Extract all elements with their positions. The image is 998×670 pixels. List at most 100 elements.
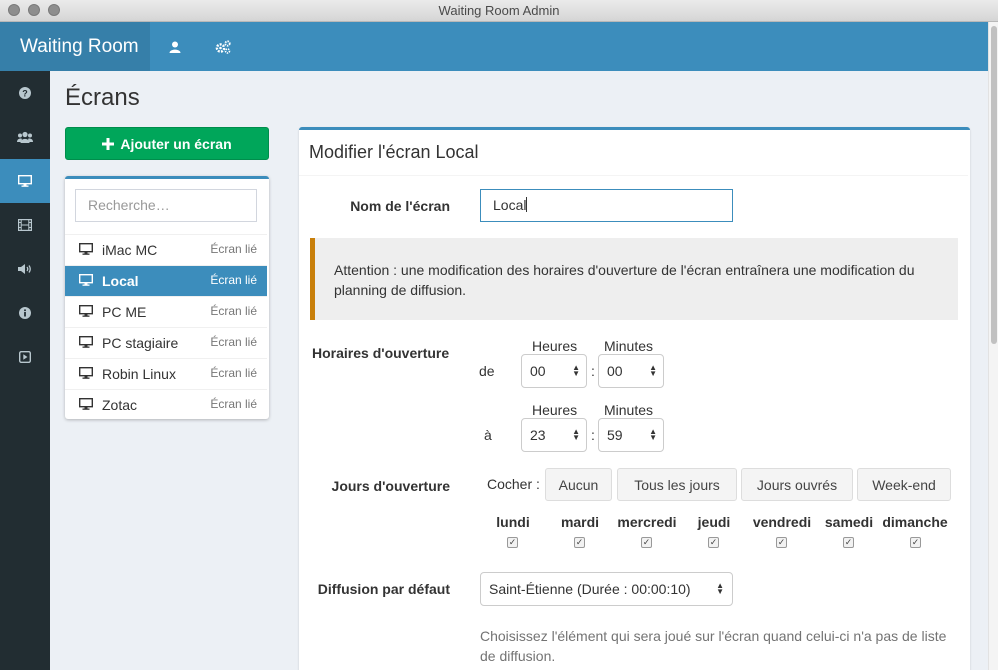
screen-item-zotac[interactable]: Zotac Écran lié [65, 389, 267, 420]
opening-hours-label: Horaires d'ouverture [312, 345, 450, 361]
screen-name: PC ME [102, 304, 147, 320]
add-screen-label: Ajouter un écran [120, 135, 232, 152]
screen-status: Écran lié [210, 273, 257, 287]
select-all-days-button[interactable]: Tous les jours [617, 468, 737, 501]
sidebar-item-sound[interactable] [0, 247, 50, 291]
screen-item-imac-mc[interactable]: iMac MC Écran lié [65, 234, 267, 265]
edit-screen-header: Modifier l'écran Local [299, 130, 968, 176]
default-playback-select[interactable]: Saint-Étienne (Durée : 00:00:10) ▲ ▼ [480, 572, 733, 606]
to-label: à [484, 427, 492, 443]
day-checkbox-mercredi[interactable]: ✓ [641, 537, 652, 548]
screen-status: Écran lié [210, 242, 257, 256]
screen-status: Écran lié [210, 366, 257, 380]
add-screen-button[interactable]: Ajouter un écran [65, 127, 269, 160]
sidebar-item-users[interactable] [0, 115, 50, 159]
sidebar-item-playlist[interactable] [0, 335, 50, 379]
day-checkbox-samedi[interactable]: ✓ [843, 537, 854, 548]
default-playback-value: Saint-Étienne (Durée : 00:00:10) [489, 581, 691, 597]
warning-message: Attention : une modification des horaire… [334, 262, 915, 298]
day-checkbox-mardi[interactable]: ✓ [574, 537, 585, 548]
to-minutes-header: Minutes [604, 402, 654, 418]
warning-callout: Attention : une modification des horaire… [310, 238, 958, 320]
select-workdays-button[interactable]: Jours ouvrés [741, 468, 853, 501]
from-hour-select[interactable]: 00 ▲ ▼ [521, 354, 587, 388]
select-weekend-button[interactable]: Week-end [857, 468, 951, 501]
day-checkbox-jeudi[interactable]: ✓ [708, 537, 719, 548]
desktop-icon [79, 398, 93, 410]
sidebar-item-help[interactable]: ? [0, 71, 50, 115]
sidebar-item-info[interactable] [0, 291, 50, 335]
screen-name: Local [102, 273, 139, 289]
time-separator: : [591, 427, 595, 443]
time-separator: : [591, 363, 595, 379]
search-input[interactable]: Recherche… [75, 189, 257, 222]
window-titlebar: Waiting Room Admin [0, 0, 998, 22]
spinner-arrows-icon: ▲ ▼ [649, 427, 657, 442]
play-icon [19, 351, 31, 363]
text-caret [526, 197, 528, 212]
day-label-mercredi: mercredi [617, 514, 677, 530]
from-minutes-header: Minutes [604, 338, 654, 354]
to-hour-select[interactable]: 23 ▲ ▼ [521, 418, 587, 452]
desktop-icon [79, 305, 93, 317]
desktop-icon [79, 336, 93, 348]
screen-item-local[interactable]: Local Écran lié [65, 265, 267, 296]
day-checkbox-dimanche[interactable]: ✓ [910, 537, 921, 548]
screen-status: Écran lié [210, 397, 257, 411]
volume-icon [18, 264, 31, 274]
from-hours-header: Heures [532, 338, 578, 354]
sidebar-item-screens[interactable] [0, 159, 50, 203]
to-hours-header: Heures [532, 402, 578, 418]
day-label-vendredi: vendredi [752, 514, 812, 530]
screen-name: Zotac [102, 397, 138, 413]
desktop-icon [79, 274, 93, 286]
settings-menu-button[interactable] [199, 22, 247, 71]
users-icon [17, 131, 33, 143]
user-menu-button[interactable] [151, 22, 199, 71]
select-none-button[interactable]: Aucun [545, 468, 612, 501]
to-minute-select[interactable]: 59 ▲ ▼ [598, 418, 664, 452]
spinner-arrows-icon: ▲ ▼ [572, 363, 580, 378]
day-checkbox-lundi[interactable]: ✓ [507, 537, 518, 548]
page-scrollbar[interactable] [988, 22, 998, 670]
brand-logo[interactable]: Waiting Room [0, 22, 150, 71]
page-title: Écrans [65, 84, 140, 111]
check-label: Cocher : [487, 476, 540, 492]
info-icon [19, 307, 31, 319]
top-navbar: Waiting Room [0, 22, 988, 71]
screen-name-input[interactable]: Local [480, 189, 733, 222]
day-checkbox-vendredi[interactable]: ✓ [776, 537, 787, 548]
day-label-dimanche: dimanche [882, 514, 948, 530]
screen-item-pc-me[interactable]: PC ME Écran lié [65, 296, 267, 327]
default-playback-label: Diffusion par défaut [317, 581, 450, 597]
film-icon [18, 219, 32, 231]
screen-name: PC stagiaire [102, 335, 179, 351]
desktop-icon [79, 243, 93, 255]
screen-name-value: Local [493, 197, 527, 213]
day-label-lundi: lundi [496, 514, 530, 530]
day-label-samedi: samedi [824, 514, 874, 530]
screens-list-panel: Recherche… iMac MC Écran lié Local Écran… [65, 176, 269, 419]
opening-days-label: Jours d'ouverture [331, 478, 450, 494]
from-minute-select[interactable]: 00 ▲ ▼ [598, 354, 664, 388]
edit-screen-panel: Modifier l'écran Local Nom de l'écran Lo… [299, 127, 970, 670]
screen-status: Écran lié [210, 304, 257, 318]
svg-text:?: ? [22, 89, 28, 99]
day-label-jeudi: jeudi [697, 514, 731, 530]
scrollbar-thumb[interactable] [991, 26, 997, 344]
select-arrows-icon: ▲ ▼ [716, 581, 724, 596]
spinner-arrows-icon: ▲ ▼ [649, 363, 657, 378]
screen-item-robin-linux[interactable]: Robin Linux Écran lié [65, 358, 267, 389]
window-title: Waiting Room Admin [438, 3, 560, 18]
day-label-mardi: mardi [560, 514, 600, 530]
screen-item-pc-stagiaire[interactable]: PC stagiaire Écran lié [65, 327, 267, 358]
edit-screen-title: Modifier l'écran Local [309, 142, 479, 162]
cogs-icon [215, 39, 231, 54]
user-icon [169, 41, 181, 53]
sidebar-item-media[interactable] [0, 203, 50, 247]
desktop-icon [79, 367, 93, 379]
question-icon: ? [19, 87, 31, 99]
plus-icon [102, 137, 115, 150]
from-label: de [479, 363, 495, 379]
sidebar: ? [0, 71, 50, 670]
